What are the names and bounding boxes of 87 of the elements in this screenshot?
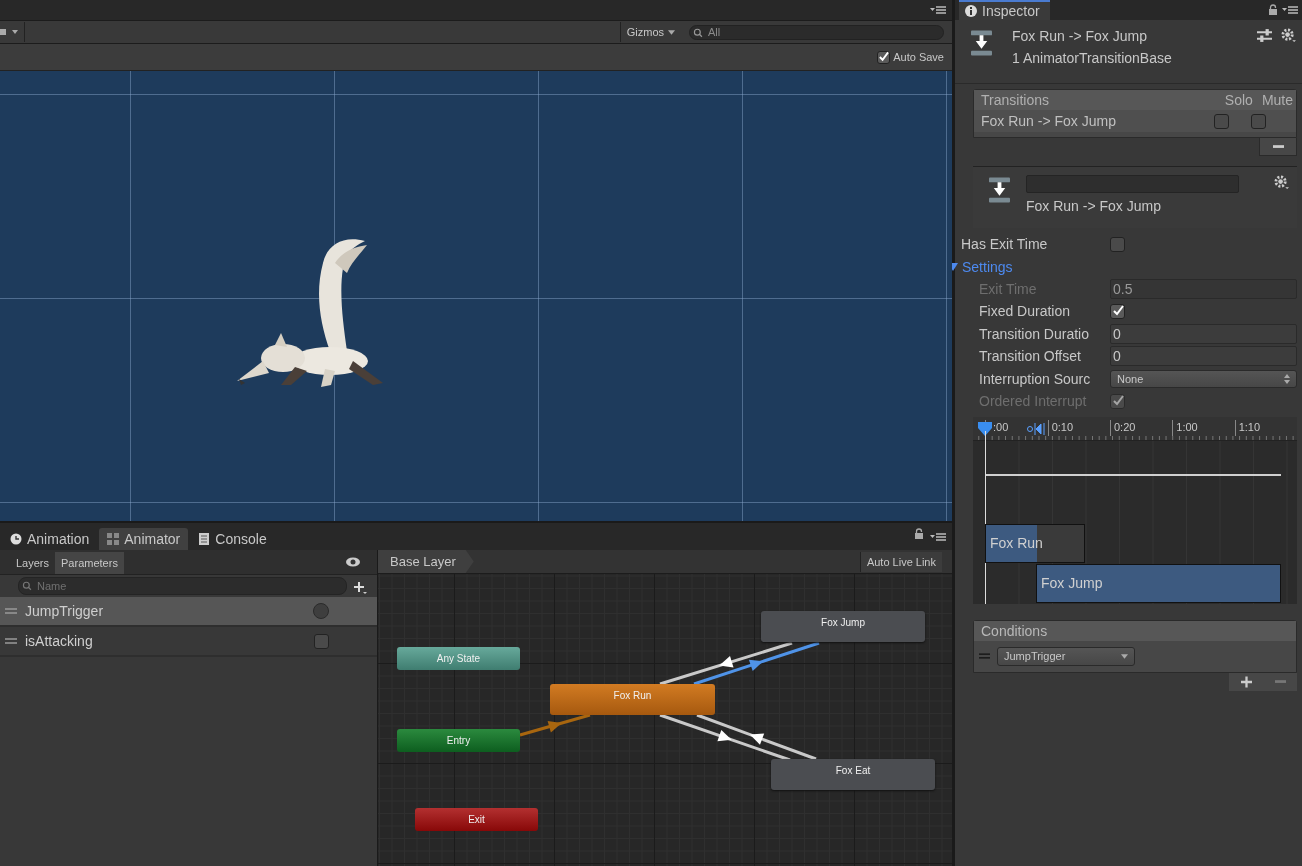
breadcrumb[interactable]: Base Layer: [378, 550, 474, 573]
field-label: Transition Duratio: [979, 325, 1090, 342]
drag-handle-icon[interactable]: [5, 608, 17, 614]
state-node[interactable]: Any State: [397, 647, 520, 670]
eye-icon[interactable]: [345, 557, 361, 567]
search-field[interactable]: Name: [18, 577, 347, 595]
field-label: Interruption Sourc: [979, 370, 1092, 387]
has-exit-time-checkbox[interactable]: [1110, 236, 1125, 252]
field-label: Fixed Duration: [979, 303, 1072, 320]
field-label: Transition Offset: [979, 348, 1082, 365]
transition-arrow[interactable]: [693, 641, 820, 686]
list-header: Conditions: [974, 620, 1296, 641]
layout-dropdown[interactable]: [0, 22, 25, 42]
state-node[interactable]: Exit: [415, 808, 538, 831]
inspector-title: Fox Run -> Fox Jump: [1012, 28, 1148, 44]
parameter-checkbox[interactable]: [314, 633, 329, 649]
panel-tab[interactable]: Animator: [99, 528, 189, 550]
column-header: Mute: [1261, 92, 1293, 108]
number-field[interactable]: 0: [1110, 346, 1297, 367]
caret-icon: [668, 29, 675, 35]
grid-icon: [107, 533, 120, 545]
time-label: 0:10: [1047, 419, 1110, 436]
parameter-name: isAttacking: [25, 633, 94, 649]
time-label: 0:20: [1110, 419, 1173, 436]
info-icon: [965, 5, 977, 17]
transition-marker-icon[interactable]: [1027, 422, 1045, 435]
lock-icon[interactable]: [914, 527, 924, 540]
menu-icon[interactable]: [1282, 5, 1298, 15]
panel-tab[interactable]: Console: [190, 528, 275, 550]
minus-icon: [1272, 144, 1284, 149]
transition-arrow[interactable]: [659, 713, 791, 762]
sliders-icon[interactable]: [1257, 28, 1272, 43]
playhead-marker[interactable]: [978, 421, 992, 436]
interruption-dropdown[interactable]: None: [1110, 369, 1297, 388]
plus-icon: [1240, 675, 1252, 688]
gear-icon[interactable]: [1281, 28, 1296, 43]
clip-bar[interactable]: Fox Run: [985, 523, 1085, 563]
panel-tab[interactable]: Layers: [10, 552, 56, 574]
parameter-name: JumpTrigger: [25, 603, 105, 619]
transition-label: Fox Run -> Fox Jump: [1026, 198, 1162, 214]
minus-icon: [1274, 679, 1286, 684]
menu-icon[interactable]: [930, 531, 946, 542]
time-label: 1:10: [1234, 419, 1297, 436]
document-icon: [198, 533, 211, 545]
search-field[interactable]: All: [689, 24, 944, 40]
mute-checkbox[interactable]: [1251, 113, 1266, 129]
panel-tab[interactable]: Parameters: [55, 552, 124, 574]
auto-live-link-button[interactable]: Auto Live Link: [859, 551, 942, 572]
auto-save-checkbox[interactable]: [877, 50, 891, 64]
list-header: Transitions: [981, 92, 1049, 108]
clip-bar[interactable]: Fox Jump: [1036, 563, 1281, 603]
caret-icon: [1121, 653, 1128, 659]
parameter-row[interactable]: isAttacking: [0, 627, 377, 657]
number-field[interactable]: 0: [1110, 323, 1297, 344]
transition-arrow[interactable]: [696, 713, 817, 761]
layout-icon: [0, 27, 20, 37]
state-node[interactable]: Fox Eat: [771, 759, 935, 790]
menu-icon[interactable]: [930, 5, 946, 15]
inspector-subtitle: 1 AnimatorTransitionBase: [1012, 50, 1173, 66]
panel-tab[interactable]: Animation: [2, 528, 98, 550]
add-icon[interactable]: [353, 581, 367, 595]
transition-icon: [989, 177, 1010, 203]
column-header: Solo: [1224, 92, 1253, 108]
state-node[interactable]: Entry: [397, 729, 520, 752]
drag-handle-icon[interactable]: [979, 653, 990, 659]
transition-icon: [971, 30, 992, 56]
remove-button[interactable]: [1259, 138, 1297, 156]
auto-save-label: Auto Save: [893, 51, 944, 63]
parameter-row[interactable]: JumpTrigger: [0, 597, 377, 627]
solo-checkbox[interactable]: [1214, 113, 1229, 129]
lock-icon[interactable]: [1268, 4, 1278, 16]
gear-icon[interactable]: [1274, 175, 1289, 190]
settings-foldout[interactable]: Settings: [948, 255, 1297, 278]
state-node[interactable]: Fox Jump: [761, 611, 925, 642]
clock-icon: [10, 533, 22, 545]
transition-arrow[interactable]: [659, 641, 793, 686]
trigger-toggle[interactable]: [313, 603, 329, 619]
parameter-dropdown[interactable]: JumpTrigger: [997, 646, 1135, 666]
drag-handle-icon[interactable]: [5, 638, 17, 644]
setting-checkbox[interactable]: [1110, 303, 1125, 319]
search-icon: [22, 581, 34, 591]
inspector-tab[interactable]: Inspector: [959, 0, 1050, 20]
field-label: Has Exit Time: [961, 236, 1049, 253]
state-node[interactable]: Fox Run: [550, 684, 715, 715]
up-down-arrows-icon: [1284, 373, 1290, 384]
time-label: 1:00: [1172, 419, 1235, 436]
search-icon: [693, 27, 705, 38]
